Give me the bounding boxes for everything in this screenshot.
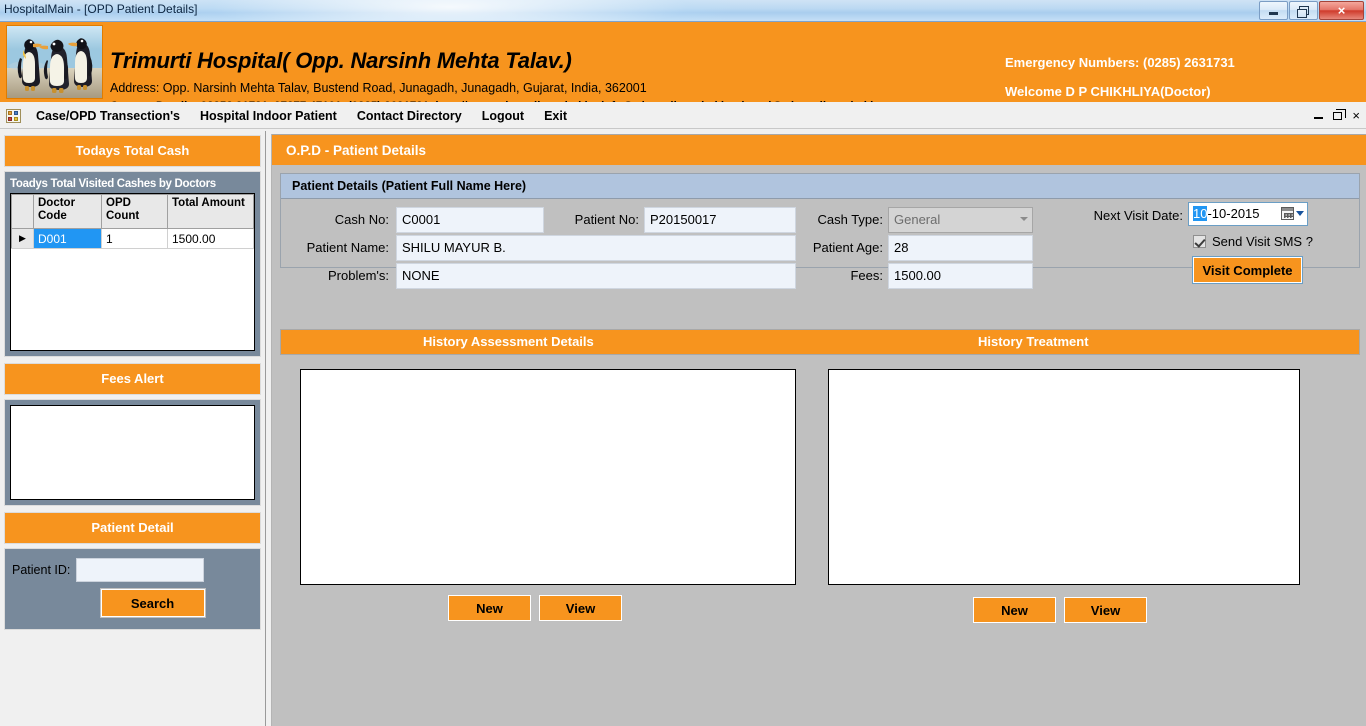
patient-name-label: Patient Name: xyxy=(306,240,389,255)
menu-item-case-opd[interactable]: Case/OPD Transection's xyxy=(26,102,190,129)
welcome-user: Welcome D P CHIKHLIYA(Doctor) xyxy=(1005,84,1211,99)
history-section-bar: History Assessment Details History Treat… xyxy=(280,329,1360,355)
left-sidebar: Todays Total Cash Toadys Total Visited C… xyxy=(0,131,266,726)
patient-detail-header: Patient Detail xyxy=(4,512,261,544)
mdi-minimize-icon[interactable] xyxy=(1314,116,1324,119)
next-visit-rest[interactable]: -10-2015 xyxy=(1207,206,1259,221)
menu-item-exit[interactable]: Exit xyxy=(534,102,577,129)
chevron-down-icon xyxy=(1296,211,1304,216)
patient-no-field[interactable]: P20150017 xyxy=(644,207,796,233)
assessment-new-button[interactable]: New xyxy=(447,594,532,622)
penguins-logo xyxy=(6,25,103,99)
fees-alert-body xyxy=(4,399,261,506)
patient-name-field[interactable]: SHILU MAYUR B. xyxy=(396,235,796,261)
menu-bar: Case/OPD Transection's Hospital Indoor P… xyxy=(0,102,1366,129)
history-assessment-title: History Assessment Details xyxy=(423,334,594,349)
patient-search-row: Search xyxy=(10,584,255,624)
fees-alert-textbox[interactable] xyxy=(10,405,255,500)
row-selector-cell[interactable]: ▶ xyxy=(11,228,34,249)
patient-id-row: Patient ID: xyxy=(10,554,255,584)
hospital-address: Address: Opp. Narsinh Mehta Talav, Buste… xyxy=(110,81,647,95)
cell-total-amount[interactable]: 1500.00 xyxy=(167,228,254,249)
patient-no-label: Patient No: xyxy=(574,212,639,227)
cash-no-field[interactable]: C0001 xyxy=(396,207,544,233)
page-title: O.P.D - Patient Details xyxy=(272,134,1366,165)
visit-complete-button[interactable]: Visit Complete xyxy=(1192,256,1303,284)
opd-patient-details-window: O.P.D - Patient Details Patient Details … xyxy=(271,134,1366,726)
restore-icon xyxy=(1296,6,1309,18)
patient-age-field[interactable]: 28 xyxy=(888,235,1033,261)
fees-alert-header: Fees Alert xyxy=(4,363,261,395)
restore-button[interactable] xyxy=(1289,1,1318,20)
next-visit-date-picker[interactable]: 10-10-2015 xyxy=(1188,202,1308,226)
cash-type-label: Cash Type: xyxy=(817,212,883,227)
doctor-cash-table: Doctor Code OPD Count Total Amount ▶ D00… xyxy=(11,194,254,249)
treatment-view-button[interactable]: View xyxy=(1063,596,1148,624)
emergency-numbers: Emergency Numbers: (0285) 2631731 xyxy=(1005,55,1235,70)
todays-total-cash-header: Todays Total Cash xyxy=(4,135,261,167)
next-visit-day[interactable]: 10 xyxy=(1193,206,1208,221)
patient-id-input[interactable] xyxy=(76,558,205,582)
send-visit-sms-row[interactable]: Send Visit SMS ? xyxy=(1193,234,1313,249)
window-controls: × xyxy=(1258,1,1364,20)
patient-details-groupbox: Patient Details (Patient Full Name Here)… xyxy=(280,173,1360,289)
cash-type-value: General xyxy=(894,212,941,227)
column-header-doctor-code[interactable]: Doctor Code xyxy=(33,194,102,229)
column-header-total-amount[interactable]: Total Amount xyxy=(167,194,254,229)
send-visit-sms-checkbox[interactable] xyxy=(1193,235,1206,248)
table-row[interactable]: ▶ D001 1 1500.00 xyxy=(11,228,254,249)
problems-field[interactable]: NONE xyxy=(396,263,796,289)
patient-detail-body: Patient ID: Search xyxy=(4,548,261,630)
mdi-window-controls: × xyxy=(1314,102,1360,129)
problems-label: Problem's: xyxy=(327,268,389,283)
minimize-icon xyxy=(1269,12,1278,15)
column-header-selector[interactable] xyxy=(11,194,34,229)
cell-doctor-code[interactable]: D001 xyxy=(33,228,102,249)
penguins-image xyxy=(7,26,102,98)
cell-opd-count[interactable]: 1 xyxy=(101,228,168,249)
minimize-button[interactable] xyxy=(1259,1,1288,20)
menu-item-contact-directory[interactable]: Contact Directory xyxy=(347,102,472,129)
close-button[interactable]: × xyxy=(1319,1,1364,20)
fees-label: Fees: xyxy=(850,268,883,283)
chevron-down-icon xyxy=(1020,217,1028,221)
search-button[interactable]: Search xyxy=(99,588,206,618)
hospital-name: Trimurti Hospital( Opp. Narsinh Mehta Ta… xyxy=(110,48,572,73)
todays-total-cash-body: Toadys Total Visited Cashes by Doctors D… xyxy=(4,171,261,357)
windows-tiles-icon xyxy=(5,108,21,123)
window-title: HospitalMain - [OPD Patient Details] xyxy=(4,2,198,16)
os-title-bar: HospitalMain - [OPD Patient Details] × xyxy=(0,0,1366,22)
cash-type-combobox[interactable]: General xyxy=(888,207,1033,233)
doctor-cash-grid[interactable]: Doctor Code OPD Count Total Amount ▶ D00… xyxy=(10,193,255,351)
table-header-row: Doctor Code OPD Count Total Amount xyxy=(11,194,254,229)
title-bar-glow xyxy=(170,0,730,21)
menu-item-hospital-indoor-patient[interactable]: Hospital Indoor Patient xyxy=(190,102,347,129)
cash-grid-title: Toadys Total Visited Cashes by Doctors xyxy=(10,178,216,190)
mdi-close-icon[interactable]: × xyxy=(1352,109,1360,122)
patient-age-label: Patient Age: xyxy=(812,240,883,255)
sidebar-inner: Todays Total Cash Toadys Total Visited C… xyxy=(4,135,261,630)
cash-no-label: Cash No: xyxy=(334,212,389,227)
assessment-view-button[interactable]: View xyxy=(538,594,623,622)
treatment-new-button[interactable]: New xyxy=(972,596,1057,624)
fees-field[interactable]: 1500.00 xyxy=(888,263,1033,289)
history-treatment-title: History Treatment xyxy=(978,334,1089,349)
patient-details-groupbox-title: Patient Details (Patient Full Name Here) xyxy=(281,174,1359,199)
history-treatment-textbox[interactable] xyxy=(828,369,1300,585)
history-assessment-textbox[interactable] xyxy=(300,369,796,585)
menu-item-list: Case/OPD Transection's Hospital Indoor P… xyxy=(0,102,577,129)
mdi-app-icon-wrap xyxy=(0,102,26,129)
app-banner: Trimurti Hospital( Opp. Narsinh Mehta Ta… xyxy=(0,22,1366,113)
patient-id-label: Patient ID: xyxy=(12,563,71,577)
calendar-dropdown-button[interactable] xyxy=(1281,207,1304,220)
send-visit-sms-label: Send Visit SMS ? xyxy=(1212,234,1313,249)
menu-item-logout[interactable]: Logout xyxy=(472,102,534,129)
column-header-opd-count[interactable]: OPD Count xyxy=(101,194,168,229)
mdi-restore-icon[interactable] xyxy=(1333,108,1347,120)
calendar-icon xyxy=(1281,207,1294,220)
main-content-area: O.P.D - Patient Details Patient Details … xyxy=(267,131,1366,726)
next-visit-date-label: Next Visit Date: xyxy=(1093,208,1183,223)
